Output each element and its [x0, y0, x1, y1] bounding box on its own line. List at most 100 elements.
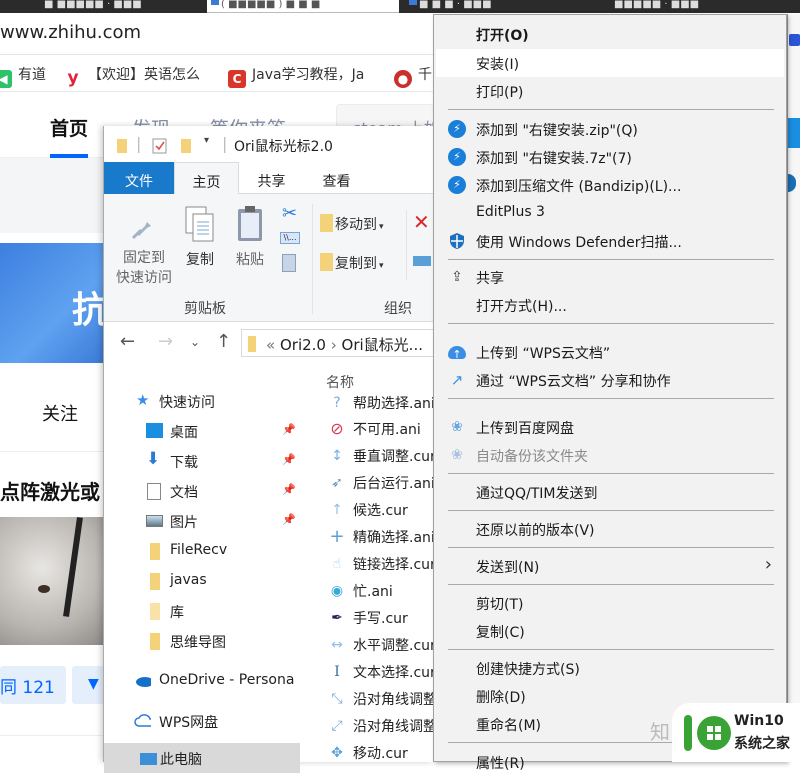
cut-icon[interactable]: ✂	[282, 204, 297, 224]
menu-item-add-7z[interactable]: ⚡ 添加到 "右键安装.7z"(7)	[436, 143, 784, 171]
menu-item-send-qq[interactable]: 通过QQ/TIM发送到	[436, 478, 784, 506]
menu-item-open[interactable]: 打开(O)	[436, 20, 784, 48]
card-title[interactable]: 点阵激光或	[0, 476, 105, 505]
properties-checkbox-icon[interactable]	[152, 138, 168, 154]
tab-share[interactable]: 共享	[244, 162, 299, 194]
up-button[interactable]: ↑	[216, 331, 231, 352]
paste-icon	[238, 206, 262, 241]
forward-button[interactable]: →	[158, 331, 173, 352]
menu-item-defender-scan[interactable]: 使用 Windows Defender扫描...	[436, 227, 784, 255]
bandizip-icon: ⚡	[448, 120, 466, 138]
nav-item-downloads[interactable]: ⬇ 下载 📌	[104, 446, 300, 476]
nav-item-library[interactable]: 库	[104, 596, 300, 626]
column-header-name[interactable]: 名称	[326, 372, 354, 392]
explorer-address-bar[interactable]: « Ori2.0 › Ori鼠标光...	[241, 329, 441, 357]
file-item[interactable]: ⤢沿对角线调整2.cur	[328, 713, 434, 739]
paste-shortcut-icon[interactable]	[282, 254, 296, 272]
file-item[interactable]: ➶ 后台运行.ani	[328, 470, 434, 496]
star-icon: ★	[136, 391, 150, 409]
baidu-netdisk-icon: ❀	[451, 419, 463, 435]
menu-item-create-shortcut[interactable]: 创建快捷方式(S)	[436, 654, 784, 682]
breadcrumb-ori2[interactable]: Ori2.0	[280, 336, 326, 354]
browser-tab[interactable]: ■ ■ ■ · ■■■	[405, 0, 535, 13]
url-text[interactable]: www.zhihu.com	[0, 22, 141, 43]
copy-button[interactable]: 复制	[182, 204, 218, 270]
file-item[interactable]: ⊘ 不可用.ani	[328, 416, 434, 442]
file-item[interactable]: ↔ 水平调整.cur	[328, 632, 434, 658]
menu-separator	[448, 510, 774, 511]
file-item[interactable]: ☝ 链接选择.cur	[328, 551, 434, 577]
upvote-button[interactable]: 同 121	[0, 666, 66, 704]
nav-item-quick-access[interactable]: ★ 快速访问	[104, 386, 300, 416]
menu-item-open-with[interactable]: 打开方式(H)...	[436, 291, 784, 319]
bookmark-java[interactable]: C Java学习教程，Ja	[228, 64, 364, 88]
menu-separator	[448, 109, 774, 110]
menu-item-auto-backup[interactable]: ❀ 自动备份该文件夹	[436, 441, 784, 469]
browser-tab[interactable]: ■ ■■■■■ · ■■■	[30, 0, 200, 13]
paste-button[interactable]: 粘贴	[232, 204, 268, 270]
file-item[interactable]: ✒ 手写.cur	[328, 605, 434, 631]
menu-item-install[interactable]: 安装(I)	[436, 49, 784, 77]
menu-item-add-archive[interactable]: ⚡ 添加到压缩文件 (Bandizip)(L)...	[436, 171, 784, 199]
pin-quick-access-button[interactable]: 固定到 快速访问	[112, 208, 176, 288]
tab-view[interactable]: 查看	[309, 162, 364, 194]
menu-item-copy[interactable]: 复制(C)	[436, 617, 784, 645]
menu-item-restore-versions[interactable]: 还原以前的版本(V)	[436, 515, 784, 543]
bookmark-youdao[interactable]: ◀ 有道	[0, 64, 46, 88]
menu-item-send-to[interactable]: 发送到(N) ›	[436, 552, 784, 580]
tab-follow[interactable]: 关注	[42, 400, 78, 426]
menu-item-editplus[interactable]: EditPlus 3	[436, 199, 784, 227]
download-icon: ⬇	[146, 449, 161, 469]
move-to-button[interactable]: 移动到 ▾	[320, 214, 384, 237]
file-item[interactable]: ? 帮助选择.ani	[328, 390, 434, 416]
card-image[interactable]	[0, 517, 105, 645]
delete-icon[interactable]: ✕	[413, 212, 430, 232]
bookmark-qianfeng[interactable]: ● 千	[394, 64, 432, 88]
menu-item-add-zip[interactable]: ⚡ 添加到 "右键安装.zip"(Q)	[436, 115, 784, 143]
nav-item-javas[interactable]: javas	[104, 566, 300, 596]
file-item[interactable]: I 文本选择.cur	[328, 659, 434, 685]
nav-item-onedrive[interactable]: OneDrive - Persona	[104, 666, 300, 696]
alternate-cursor-icon: ↑	[331, 502, 343, 518]
tab-home[interactable]: 主页	[174, 162, 239, 195]
file-item[interactable]: + 精确选择.ani	[328, 524, 434, 550]
downvote-button[interactable]: ▼	[72, 666, 105, 704]
breadcrumb-current[interactable]: Ori鼠标光...	[342, 336, 423, 354]
nav-item-wps-cloud[interactable]: WPS网盘	[104, 706, 300, 736]
rename-icon[interactable]	[413, 256, 431, 266]
nav-item-this-pc[interactable]: 此电脑	[104, 743, 300, 773]
quick-access-dropdown-icon[interactable]: ▾	[204, 135, 209, 146]
bookmark-english[interactable]: y 【欢迎】英语怎么	[64, 64, 200, 87]
menu-item-wps-upload[interactable]: ↑ 上传到 “WPS云文档”	[436, 338, 784, 366]
menu-item-cut[interactable]: 剪切(T)	[436, 589, 784, 617]
file-item[interactable]: ↑ 候选.cur	[328, 497, 434, 523]
nav-item-filerecv[interactable]: FileRecv	[104, 536, 300, 566]
file-item[interactable]: ✥ 移动.cur	[328, 740, 434, 762]
file-item[interactable]: ◉ 忙.ani	[328, 578, 434, 604]
ribbon: 固定到 快速访问 复制 粘贴 ✂ \\... 移动到 ▾ 复制到 ▾ ✕ 剪贴板 组…	[104, 194, 434, 322]
image-strap	[63, 517, 83, 617]
back-button[interactable]: ←	[120, 331, 135, 352]
banner[interactable]: 抗	[0, 243, 108, 363]
recent-locations-button[interactable]: ⌄	[190, 335, 200, 349]
copy-path-icon[interactable]: \\...	[280, 232, 300, 244]
file-item[interactable]: ↕ 垂直调整.cur	[328, 443, 434, 469]
menu-item-baidu-upload[interactable]: ❀ 上传到百度网盘	[436, 413, 784, 441]
nav-item-documents[interactable]: 文档 📌	[104, 476, 300, 506]
tab-file[interactable]: 文件	[104, 162, 174, 194]
menu-item-wps-share[interactable]: ↗ 通过 “WPS云文档” 分享和协作	[436, 366, 784, 394]
zhihu-watermark: 知	[650, 720, 670, 744]
nav-item-desktop[interactable]: 桌面 📌	[104, 416, 300, 446]
menu-item-share[interactable]: ⇪ 共享	[436, 263, 784, 291]
browser-tab-active[interactable]: ( ■■■■■ ) ■ ■ ■	[207, 0, 399, 13]
wps-cloud-icon	[134, 714, 151, 727]
horizontal-resize-icon: ↔	[331, 637, 343, 653]
new-folder-icon[interactable]	[180, 138, 192, 154]
file-item[interactable]: ⤡沿对角线调整1.cur	[328, 686, 434, 712]
copy-to-button[interactable]: 复制到 ▾	[320, 253, 384, 276]
nav-home[interactable]: 首页	[50, 114, 88, 141]
browser-tab[interactable]: ■■■■■ · ■■■	[600, 0, 780, 13]
menu-item-print[interactable]: 打印(P)	[436, 77, 784, 105]
nav-item-mindmap[interactable]: 思维导图	[104, 626, 300, 656]
nav-item-pictures[interactable]: 图片 📌	[104, 506, 300, 536]
